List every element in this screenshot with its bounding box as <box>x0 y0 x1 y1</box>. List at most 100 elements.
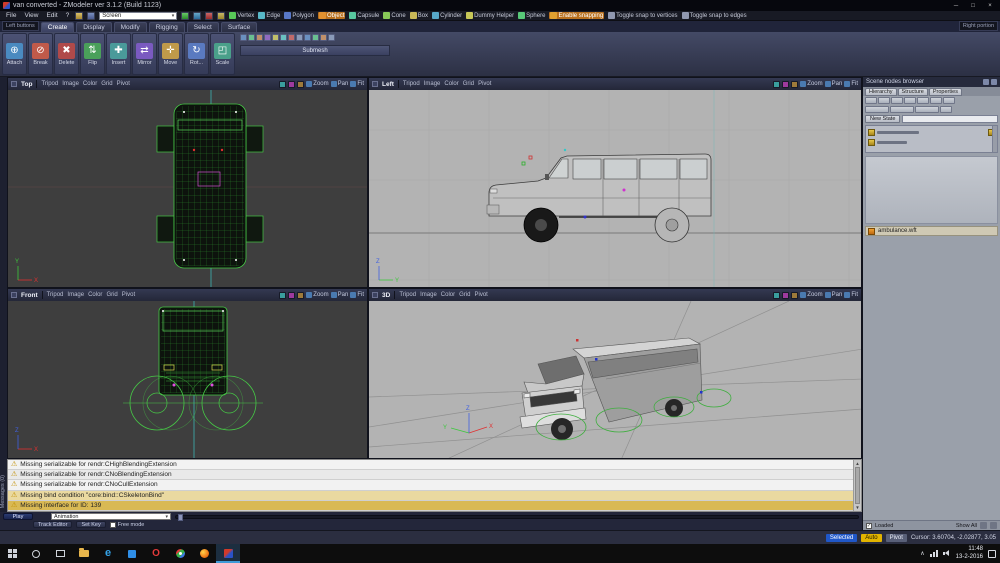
tool-snap-vertices[interactable]: Toggle snap to vertices <box>608 12 677 19</box>
log-row-selected[interactable]: ⚠ Missing interface for ID: 139 <box>8 501 853 511</box>
fit-control[interactable]: Fit <box>350 81 364 87</box>
tab-select[interactable]: Select <box>187 22 219 32</box>
panel-pin-icon[interactable] <box>983 79 989 85</box>
refresh-icon[interactable] <box>990 522 997 529</box>
taskbar-clock[interactable]: 11:48 13-2-2016 <box>956 546 983 560</box>
tool-sphere[interactable]: Sphere <box>518 12 545 19</box>
notifications-icon[interactable] <box>988 550 996 558</box>
tool-icon[interactable] <box>217 12 225 20</box>
textured-mode-icon[interactable] <box>297 81 304 88</box>
tab-hierarchy[interactable]: Hierarchy <box>865 88 897 96</box>
tool-polygon[interactable]: Polygon <box>284 12 314 19</box>
panel-close-icon[interactable] <box>991 79 997 85</box>
timeline-track[interactable] <box>175 515 859 519</box>
minimize-button[interactable]: ─ <box>951 3 961 9</box>
shaded-mode-icon[interactable] <box>288 81 295 88</box>
panel-button[interactable] <box>940 106 952 113</box>
break-button[interactable]: ⊘Break <box>28 33 53 75</box>
viewport-name[interactable]: Top <box>21 81 32 88</box>
tool-icon[interactable] <box>205 12 213 20</box>
flip-button[interactable]: ⇅Flip <box>80 33 105 75</box>
panel-button[interactable] <box>930 97 942 104</box>
submesh-tool-icon[interactable] <box>248 34 255 41</box>
tool-dummy-helper[interactable]: Dummy Helper <box>466 12 514 19</box>
pan-control[interactable]: Pan <box>825 292 843 298</box>
tool-object[interactable]: Object <box>318 12 345 19</box>
free-mode-toggle[interactable]: Free mode <box>110 522 145 528</box>
tab-rigging[interactable]: Rigging <box>149 22 185 32</box>
log-row[interactable]: ⚠ Missing serializable for rendr:CHighBl… <box>8 460 853 470</box>
viewport-menu-grid[interactable]: Grid <box>101 81 112 87</box>
save-icon[interactable] <box>87 12 95 20</box>
viewport-menu-image[interactable]: Image <box>420 292 437 298</box>
submesh-tool-icon[interactable] <box>272 34 279 41</box>
network-icon[interactable] <box>930 550 938 557</box>
screen-selector[interactable]: Screen ▾ <box>99 12 177 20</box>
zoom-control[interactable]: Zoom <box>800 292 822 298</box>
shaded-mode-icon[interactable] <box>782 81 789 88</box>
panel-button[interactable] <box>890 106 914 113</box>
textured-mode-icon[interactable] <box>791 81 798 88</box>
submesh-tool-icon[interactable] <box>320 34 327 41</box>
log-scrollbar[interactable]: ▲ ▼ <box>853 460 861 511</box>
tree-item[interactable] <box>868 127 995 137</box>
viewport-menu-tripod[interactable]: Tripod <box>47 292 64 298</box>
tab-properties[interactable]: Properties <box>929 88 962 96</box>
viewport-menu-pivot[interactable]: Pivot <box>117 81 130 87</box>
timeline-thumb[interactable] <box>178 514 183 521</box>
viewport-front-canvas[interactable]: X Z <box>8 301 367 458</box>
tab-structure[interactable]: Structure <box>898 88 928 96</box>
track-editor-button[interactable]: Track Editor <box>33 521 72 528</box>
menu-edit[interactable]: Edit <box>44 12 59 19</box>
panel-button[interactable] <box>865 97 877 104</box>
search-button[interactable] <box>24 544 48 563</box>
viewport-menu-pivot[interactable]: Pivot <box>122 292 135 298</box>
set-key-button[interactable]: Set Key <box>76 521 105 528</box>
tool-icon[interactable] <box>181 12 189 20</box>
menu-file[interactable]: File <box>4 12 18 19</box>
auto-mode-badge[interactable]: Auto <box>861 534 881 542</box>
firefox-browser-button[interactable] <box>192 544 216 563</box>
panel-button[interactable] <box>915 106 939 113</box>
rotate-button[interactable]: ↻Rot... <box>184 33 209 75</box>
wireframe-mode-icon[interactable] <box>279 81 286 88</box>
submesh-tool-icon[interactable] <box>328 34 335 41</box>
log-row[interactable]: ⚠ Missing bind condition "core:bind::CSk… <box>8 491 853 501</box>
wireframe-mode-icon[interactable] <box>773 81 780 88</box>
viewport-menu-tripod[interactable]: Tripod <box>399 292 416 298</box>
submesh-tool-icon[interactable] <box>288 34 295 41</box>
scale-button[interactable]: ◰Scale <box>210 33 235 75</box>
animation-selector[interactable]: Animation ▾ <box>51 513 171 520</box>
tool-cylinder[interactable]: Cylinder <box>432 12 462 19</box>
shaded-mode-icon[interactable] <box>288 292 295 299</box>
viewport-menu-icon[interactable] <box>11 292 17 298</box>
viewport-3d-canvas[interactable]: X Y Z <box>369 301 861 458</box>
tab-create[interactable]: Create <box>41 22 75 32</box>
log-row[interactable]: ⚠ Missing serializable for rendr:CNoCull… <box>8 480 853 490</box>
panel-button[interactable] <box>917 97 929 104</box>
viewport-top-canvas[interactable]: X Y <box>8 90 367 287</box>
insert-button[interactable]: ✚Insert <box>106 33 131 75</box>
viewport-menu-image[interactable]: Image <box>62 81 79 87</box>
scroll-down-icon[interactable]: ▼ <box>855 505 859 510</box>
panel-button[interactable] <box>865 106 889 113</box>
maximize-button[interactable]: □ <box>968 3 978 9</box>
viewport-menu-pivot[interactable]: Pivot <box>474 292 487 298</box>
panel-button[interactable] <box>891 97 903 104</box>
loaded-checkbox[interactable]: ✓ <box>866 523 872 529</box>
viewport-menu-color[interactable]: Color <box>441 292 455 298</box>
selected-status-badge[interactable]: Selected <box>826 534 857 542</box>
tool-snap-edges[interactable]: Toggle snap to edges <box>682 12 747 19</box>
menu-help[interactable]: ? <box>64 12 72 19</box>
zoom-control[interactable]: Zoom <box>800 81 822 87</box>
wireframe-mode-icon[interactable] <box>279 292 286 299</box>
viewport-name[interactable]: Left <box>382 81 394 88</box>
edge-browser-button[interactable]: e <box>96 544 120 563</box>
delete-button[interactable]: ✖Delete <box>54 33 79 75</box>
zoom-control[interactable]: Zoom <box>306 292 328 298</box>
viewport-menu-tripod[interactable]: Tripod <box>403 81 420 87</box>
close-button[interactable]: × <box>985 3 995 9</box>
tree-item[interactable] <box>868 137 995 147</box>
textured-mode-icon[interactable] <box>791 292 798 299</box>
fit-control[interactable]: Fit <box>844 292 858 298</box>
